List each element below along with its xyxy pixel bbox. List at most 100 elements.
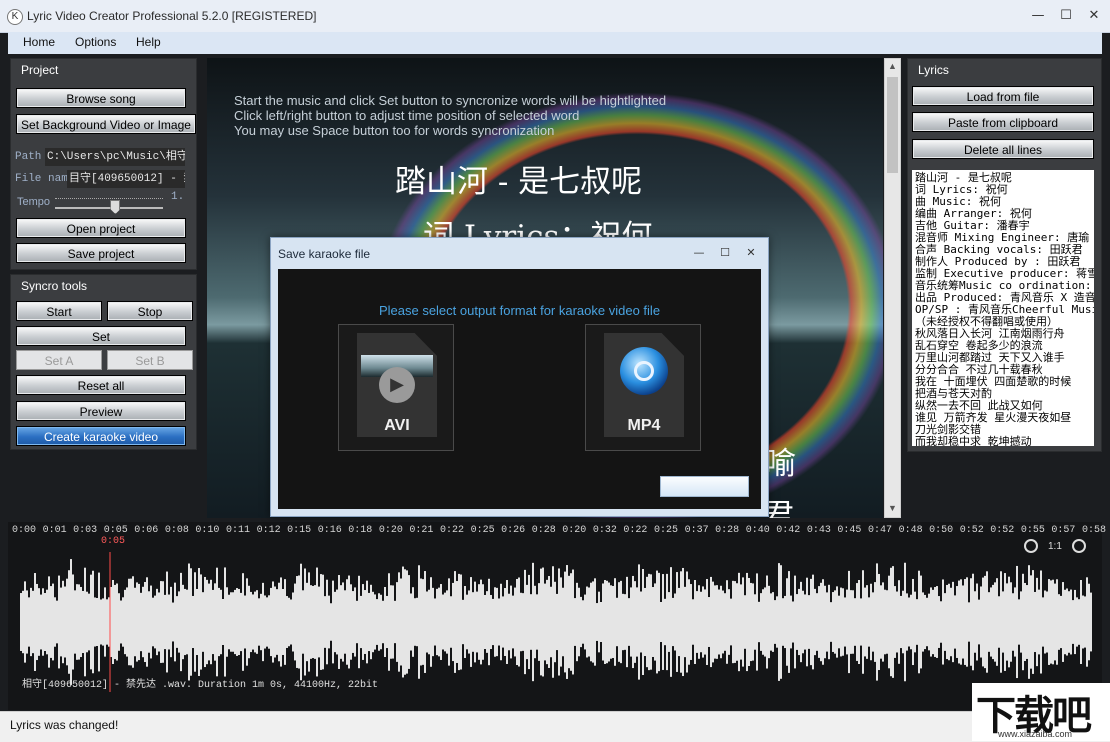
waveform[interactable] — [20, 552, 1092, 692]
project-panel-title: Project — [21, 63, 58, 77]
set-b-button[interactable]: Set B — [107, 350, 193, 370]
maximize-button[interactable]: ☐ — [1052, 7, 1080, 25]
video-scrollbar[interactable]: ▲ ▼ — [884, 58, 901, 518]
lyric-fragment-right: 喻 — [765, 438, 796, 483]
timeline-tick-label: 0:37 — [685, 525, 709, 536]
dialog-close-button[interactable]: ✕ — [737, 244, 765, 262]
path-field[interactable]: C:\Users\pc\Music\相守[ — [45, 148, 185, 166]
title-bar: K Lyric Video Creator Professional 5.2.0… — [0, 0, 1110, 33]
load-from-file-button[interactable]: Load from file — [912, 86, 1094, 106]
hint-line-3: You may use Space button too for words s… — [234, 123, 554, 138]
timeline-tick-label: 0:57 — [1051, 525, 1075, 536]
timeline-tick-label: 0:28 — [532, 525, 556, 536]
set-button[interactable]: Set — [16, 326, 186, 346]
cursor-time-label: 0:05 — [101, 536, 125, 547]
timeline-tick-label: 0:22 — [440, 525, 464, 536]
status-bar: Lyrics was changed! — [0, 711, 1110, 742]
syncro-tools-panel: Syncro tools Start Stop Set Set A Set B … — [10, 274, 197, 450]
set-background-button[interactable]: Set Background Video or Image — [16, 114, 196, 134]
lyric-line-1: 踏山河 - 是七叔呢 — [395, 156, 642, 201]
timeline-tick-label: 0:01 — [43, 525, 67, 536]
timeline-tick-label: 0:18 — [348, 525, 372, 536]
timeline-tick-label: 0:50 — [929, 525, 953, 536]
timeline-tick-label: 0:45 — [837, 525, 861, 536]
file-name-field[interactable]: 目守[409650012] - 禁 — [67, 170, 185, 188]
close-button[interactable]: ✕ — [1080, 7, 1108, 25]
dialog-minimize-button[interactable]: — — [685, 244, 713, 262]
timeline-tick-label: 0:42 — [776, 525, 800, 536]
timeline-tick-label: 0:26 — [501, 525, 525, 536]
hint-line-1: Start the music and click Set button to … — [234, 93, 666, 108]
zoom-in-icon[interactable] — [1072, 539, 1086, 553]
tempo-slider-track[interactable] — [55, 207, 163, 209]
window-title: Lyric Video Creator Professional 5.2.0 [… — [27, 9, 316, 23]
timeline-tick-label: 0:16 — [318, 525, 342, 536]
watermark: 下载吧 www.xiazaiba.com — [972, 683, 1110, 741]
timeline-tick-label: 0:08 — [165, 525, 189, 536]
menu-options[interactable]: Options — [75, 35, 116, 49]
delete-all-lines-button[interactable]: Delete all lines — [912, 139, 1094, 159]
lyrics-text-area[interactable]: 踏山河 - 是七叔呢词 Lyrics: 祝何曲 Music: 祝何编曲 Arra… — [912, 170, 1094, 446]
mp4-label: MP4 — [586, 417, 702, 435]
waveform-timeline[interactable]: 0:000:010:030:050:060:080:100:110:120:15… — [8, 522, 1102, 710]
scroll-thumb[interactable] — [887, 77, 898, 173]
menu-home[interactable]: Home — [23, 35, 55, 49]
timeline-tick-label: 0:20 — [379, 525, 403, 536]
dialog-body: Please select output format for karaoke … — [278, 269, 761, 509]
dialog-title: Save karaoke file — [278, 247, 370, 261]
hint-line-2: Click left/right button to adjust time p… — [234, 108, 579, 123]
play-icon: ▶ — [379, 367, 415, 403]
watermark-url: www.xiazaiba.com — [998, 729, 1072, 739]
app-icon: K — [7, 9, 23, 25]
timeline-tick-label: 0:40 — [746, 525, 770, 536]
paste-from-clipboard-button[interactable]: Paste from clipboard — [912, 112, 1094, 132]
menu-bar: Home Options Help — [8, 32, 1102, 54]
save-project-button[interactable]: Save project — [16, 243, 186, 263]
timeline-tick-label: 0:20 — [562, 525, 586, 536]
timeline-tick-label: 0:47 — [868, 525, 892, 536]
lyric-list-item[interactable]: 而我却稳中求 乾坤撼动 — [915, 436, 1094, 446]
timeline-tick-label: 0:52 — [990, 525, 1014, 536]
timeline-tick-label: 0:28 — [715, 525, 739, 536]
syncro-panel-title: Syncro tools — [21, 279, 87, 293]
audio-file-info: 相守[409650012] - 禁先达 .wav. Duration 1m 0s… — [22, 675, 378, 691]
timeline-tick-label: 0:52 — [960, 525, 984, 536]
timeline-tick-label: 0:43 — [807, 525, 831, 536]
tempo-slider-thumb[interactable] — [110, 200, 120, 214]
reset-all-button[interactable]: Reset all — [16, 375, 186, 395]
avi-label: AVI — [339, 417, 455, 435]
save-karaoke-dialog: Save karaoke file — ☐ ✕ Please select ou… — [270, 237, 769, 517]
create-karaoke-video-button[interactable]: Create karaoke video — [16, 426, 186, 446]
menu-help[interactable]: Help — [136, 35, 161, 49]
timeline-tick-label: 0:55 — [1021, 525, 1045, 536]
tempo-value: 1. — [171, 191, 184, 203]
project-panel: Project Browse song Set Background Video… — [10, 58, 197, 270]
timeline-tick-label: 0:11 — [226, 525, 250, 536]
status-text: Lyrics was changed! — [10, 718, 118, 732]
dialog-maximize-button[interactable]: ☐ — [711, 244, 739, 262]
timeline-tick-label: 0:25 — [471, 525, 495, 536]
dialog-ok-button[interactable] — [660, 476, 749, 497]
open-project-button[interactable]: Open project — [16, 218, 186, 238]
preview-button[interactable]: Preview — [16, 401, 186, 421]
mp4-format-option[interactable]: MP4 — [585, 324, 701, 451]
zoom-ratio: 1:1 — [1048, 541, 1062, 552]
set-a-button[interactable]: Set A — [16, 350, 102, 370]
timeline-tick-label: 0:21 — [409, 525, 433, 536]
timeline-tick-label: 0:05 — [104, 525, 128, 536]
file-name-label: File name — [15, 173, 74, 185]
dialog-message: Please select output format for karaoke … — [278, 303, 761, 318]
path-label: Path — [15, 151, 41, 163]
timeline-tick-label: 0:00 — [12, 525, 36, 536]
timeline-tick-label: 0:10 — [195, 525, 219, 536]
timeline-tick-label: 0:03 — [73, 525, 97, 536]
avi-format-option[interactable]: ▶ AVI — [338, 324, 454, 451]
timeline-tick-label: 0:25 — [654, 525, 678, 536]
scroll-down-arrow-icon[interactable]: ▼ — [887, 503, 898, 513]
start-button[interactable]: Start — [16, 301, 102, 321]
stop-button[interactable]: Stop — [107, 301, 193, 321]
scroll-up-arrow-icon[interactable]: ▲ — [887, 61, 898, 71]
browse-song-button[interactable]: Browse song — [16, 88, 186, 108]
minimize-button[interactable]: — — [1024, 7, 1052, 25]
zoom-out-icon[interactable] — [1024, 539, 1038, 553]
